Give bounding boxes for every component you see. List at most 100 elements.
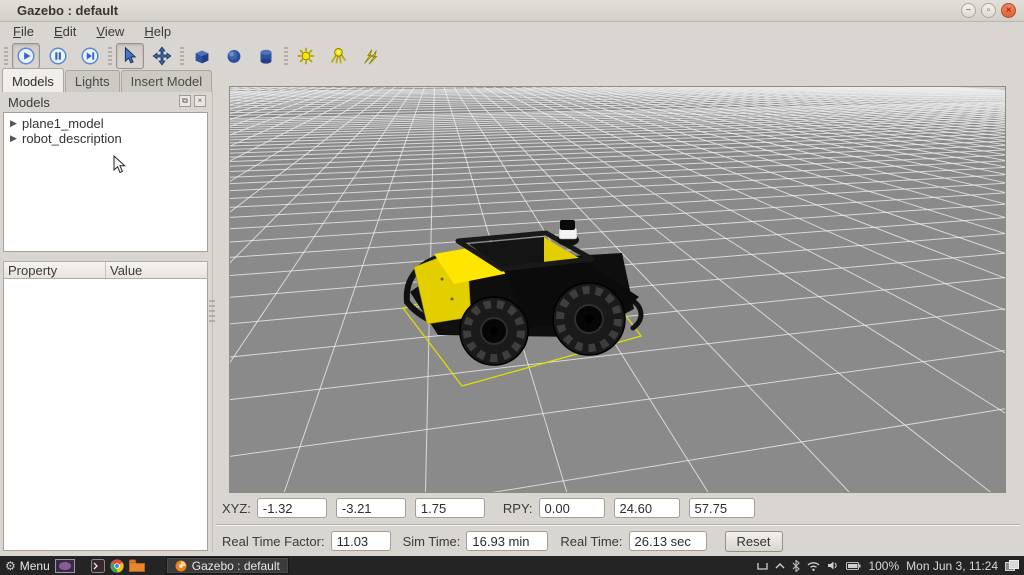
property-column-header[interactable]: Property [4,262,106,278]
models-dock-titlebar: Models ⧉ × [4,94,208,111]
gazebo-window: Gazebo : default − ▫ × File Edit View He… [0,0,1024,575]
toolbar-grip[interactable] [4,47,8,65]
select-tool-button[interactable] [116,43,144,69]
minimize-button[interactable]: − [961,3,976,18]
toolbar-grip[interactable] [284,47,288,65]
roll-field[interactable] [539,498,605,518]
reset-button[interactable]: Reset [725,531,783,552]
menu-file[interactable]: File [3,22,44,41]
sphere-icon [223,45,245,67]
real-time-factor-label: Real Time Factor: [222,534,325,549]
panel-tabs: Models Lights Insert Model [2,70,213,92]
point-light-button[interactable] [292,43,320,69]
battery-percent: 100% [868,559,899,573]
sensor-model[interactable] [557,220,579,246]
dock-close-icon[interactable]: × [194,95,206,107]
show-desktop-icon[interactable] [757,561,768,571]
render-viewport[interactable] [229,86,1006,493]
workspace-switcher-icon[interactable] [1005,560,1019,571]
bluetooth-icon[interactable] [792,560,800,572]
directional-light-button[interactable] [356,43,384,69]
insert-cylinder-button[interactable] [252,43,280,69]
spot-light-button[interactable] [324,43,352,69]
maximize-button[interactable]: ▫ [981,3,996,18]
value-column-header[interactable]: Value [106,262,207,278]
clock[interactable]: Mon Jun 3, 11:24 [906,559,998,573]
model-tree: ▶ plane1_model ▶ robot_description [3,112,208,252]
pause-button[interactable] [44,43,72,69]
select-arrow-icon [119,45,141,67]
panel-splitter-grip[interactable] [209,300,215,322]
panel-bolt [441,278,444,281]
y-field[interactable] [336,498,406,518]
menu-view[interactable]: View [86,22,134,41]
system-menu-button[interactable]: ⚙ Menu [5,559,50,573]
gear-icon: ⚙ [5,559,16,573]
yaw-field[interactable] [689,498,755,518]
window-controls: − ▫ × [961,3,1016,18]
expander-icon[interactable]: ▶ [10,133,22,144]
close-button[interactable]: × [1001,3,1016,18]
play-button[interactable] [12,43,40,69]
front-right-wheel [553,283,625,355]
real-time-factor-field[interactable] [331,531,391,551]
taskbar-gazebo-task[interactable]: Gazebo : default [166,557,289,574]
step-button[interactable] [76,43,104,69]
wifi-icon[interactable] [807,561,820,571]
toolbar [0,41,1024,70]
titlebar[interactable]: Gazebo : default − ▫ × [0,0,1024,22]
task-label: Gazebo : default [192,559,280,573]
screenshot-thumbnail-icon[interactable] [55,559,75,573]
translate-tool-button[interactable] [148,43,176,69]
tree-item-label: robot_description [22,131,122,146]
x-field[interactable] [257,498,327,518]
play-icon [15,45,37,67]
toolbar-grip[interactable] [108,47,112,65]
tree-item-robot-description[interactable]: ▶ robot_description [4,131,207,146]
directional-light-icon [359,45,381,67]
status-bar: Real Time Factor: Sim Time: Real Time: R… [222,530,783,552]
pause-icon [47,45,69,67]
real-time-label: Real Time: [560,534,622,549]
chrome-launcher-icon[interactable] [110,559,124,573]
terminal-launcher-icon[interactable] [91,559,105,573]
insert-sphere-button[interactable] [220,43,248,69]
dock-float-icon[interactable]: ⧉ [179,95,191,107]
sim-time-field[interactable] [466,531,548,551]
expander-icon[interactable]: ▶ [10,118,22,129]
menu-edit[interactable]: Edit [44,22,86,41]
move-icon [151,45,173,67]
tree-item-plane1-model[interactable]: ▶ plane1_model [4,116,207,131]
tab-models[interactable]: Models [2,68,64,92]
pose-bar: XYZ: RPY: [222,497,755,519]
tray-expand-icon[interactable] [775,562,785,570]
battery-icon[interactable] [846,562,861,570]
pitch-field[interactable] [614,498,680,518]
sim-time-label: Sim Time: [403,534,461,549]
models-dock-title: Models [8,95,50,110]
files-launcher-icon[interactable] [129,559,145,572]
spot-light-icon [327,45,349,67]
robot-model[interactable] [230,87,1005,492]
insert-box-button[interactable] [188,43,216,69]
box-icon [191,45,213,67]
menu-label: Menu [20,559,50,573]
toolbar-grip[interactable] [180,47,184,65]
cylinder-icon [255,45,277,67]
tab-insert-model[interactable]: Insert Model [121,70,213,92]
statusbar-separator [216,524,1021,526]
xyz-label: XYZ: [222,501,251,516]
z-field[interactable] [415,498,485,518]
desktop-taskbar: ⚙ Menu [0,556,1024,575]
volume-icon[interactable] [827,560,839,571]
panel-bolt [451,298,454,301]
tab-lights[interactable]: Lights [65,70,120,92]
window-title: Gazebo : default [17,3,118,18]
real-time-field[interactable] [629,531,707,551]
tree-item-label: plane1_model [22,116,104,131]
property-table-header: Property Value [3,261,208,279]
property-table-body[interactable] [3,279,208,551]
gazebo-logo-icon [175,560,187,572]
menu-help[interactable]: Help [134,22,181,41]
front-left-wheel [460,297,528,365]
